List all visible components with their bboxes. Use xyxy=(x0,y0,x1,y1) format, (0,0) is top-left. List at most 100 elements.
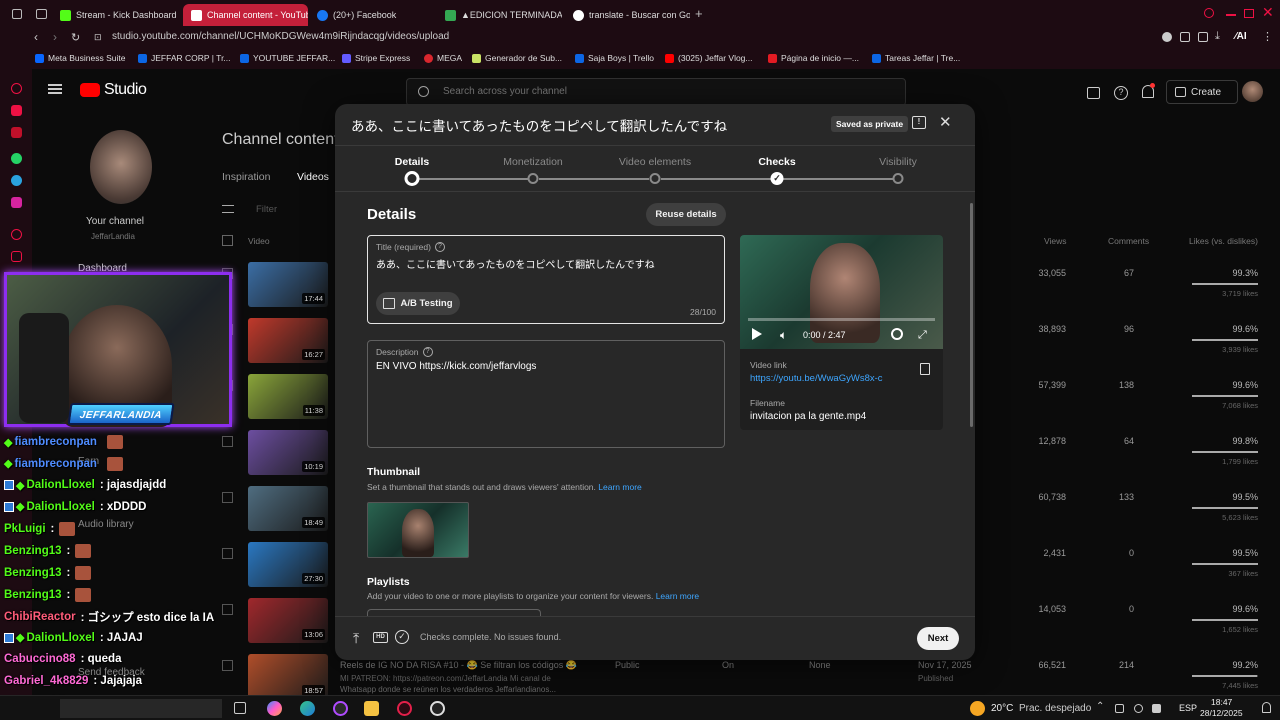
step-checks-check-icon[interactable]: ✓ xyxy=(770,172,784,185)
video-thumbnail[interactable]: 13:06 xyxy=(248,598,328,643)
minimize-icon[interactable] xyxy=(1226,14,1236,16)
clock-time[interactable]: 18:47 xyxy=(1211,697,1232,707)
file-explorer-icon[interactable] xyxy=(364,701,379,716)
description-input[interactable]: EN VIVO https://kick.com/jeffarvlogs xyxy=(376,361,536,372)
video-thumbnail[interactable]: 18:57 xyxy=(248,654,328,695)
extension-icon[interactable] xyxy=(1162,32,1172,42)
maximize-icon[interactable] xyxy=(1244,9,1254,18)
col-views[interactable]: Views xyxy=(1044,236,1067,246)
instagram-icon[interactable] xyxy=(11,197,22,208)
copilot-icon[interactable] xyxy=(267,701,282,716)
bookmark-tareas-jeffar[interactable]: Tareas Jeffar | Tre... xyxy=(872,53,960,63)
help-icon[interactable]: ? xyxy=(434,242,445,252)
close-icon[interactable]: ✕ xyxy=(939,113,952,131)
tab-kick-dashboard[interactable]: Stream - Kick Dashboard xyxy=(52,4,177,26)
new-tab-icon[interactable]: + xyxy=(695,6,703,21)
rail-app-icon[interactable] xyxy=(11,83,22,94)
select-all-checkbox[interactable] xyxy=(222,235,233,246)
tray-icon[interactable] xyxy=(1152,704,1161,713)
bookmark-pagina-inicio[interactable]: Página de inicio —... xyxy=(768,53,859,63)
tray-chevron-icon[interactable]: ⌃ xyxy=(1096,701,1104,712)
step-details[interactable]: Details xyxy=(395,156,429,168)
step-details-dot[interactable] xyxy=(404,171,420,186)
video-thumbnail[interactable]: 10:19 xyxy=(248,430,328,475)
bookmark-meta[interactable]: Meta Business Suite xyxy=(35,53,125,63)
learn-more-link[interactable]: Learn more xyxy=(656,591,699,601)
title-input[interactable]: ああ、ここに書いてあったものをコピペして翻訳したんですね xyxy=(376,256,655,271)
puzzle-icon[interactable] xyxy=(1180,32,1190,42)
col-comments[interactable]: Comments xyxy=(1108,236,1149,246)
step-video-elements[interactable]: Video elements xyxy=(619,156,691,168)
fullscreen-icon[interactable]: ⤢ xyxy=(918,329,927,342)
filter-input[interactable]: Filter xyxy=(256,204,277,215)
back-icon[interactable]: ‹ xyxy=(34,30,38,44)
forward-icon[interactable]: › xyxy=(53,30,57,44)
tab-channel-content[interactable]: Channel content - YouTube xyxy=(183,4,308,26)
tray-icon[interactable] xyxy=(1134,704,1143,713)
task-view-icon[interactable] xyxy=(234,702,246,714)
menu-icon[interactable]: ⋮ xyxy=(1262,30,1273,43)
telegram-icon[interactable] xyxy=(11,175,22,186)
bookmark-jeffar-vlog[interactable]: (3025) Jeffar Vlog... xyxy=(665,53,753,63)
step-visibility[interactable]: Visibility xyxy=(879,156,917,168)
browser-sidebar-icon[interactable] xyxy=(12,9,22,19)
video-thumbnail[interactable]: 18:49 xyxy=(248,486,328,531)
reuse-details-button[interactable]: Reuse details xyxy=(646,203,726,226)
thumbnail-option[interactable] xyxy=(367,502,469,558)
copy-icon[interactable] xyxy=(920,363,930,375)
col-likes[interactable]: Likes (vs. dislikes) xyxy=(1189,236,1258,246)
tab-edicion-terminada[interactable]: ▲EDICION TERMINADA▲ xyxy=(437,4,562,26)
close-window-icon[interactable]: ✕ xyxy=(1262,4,1274,21)
tab-videos[interactable]: Videos xyxy=(297,171,329,183)
bookmark-mega[interactable]: MEGA xyxy=(424,53,462,63)
create-button[interactable]: Create xyxy=(1166,80,1238,104)
tab-facebook[interactable]: (20+) Facebook xyxy=(309,4,434,26)
clock-date[interactable]: 28/12/2025 xyxy=(1200,708,1243,718)
weather-temp[interactable]: 20°C xyxy=(991,703,1013,714)
dialog-scrollbar[interactable] xyxy=(970,203,973,427)
volume-icon[interactable]: 🔈︎ xyxy=(780,328,787,343)
weather-desc[interactable]: Prac. despejado xyxy=(1019,703,1091,714)
rail-app-icon[interactable] xyxy=(11,127,22,138)
video-thumbnail[interactable]: 27:30 xyxy=(248,542,328,587)
reload-icon[interactable]: ↻ xyxy=(71,31,80,44)
rail-app-icon[interactable] xyxy=(11,251,22,262)
step-visibility-dot[interactable] xyxy=(892,173,904,184)
notifications-bell-icon[interactable] xyxy=(1262,702,1271,713)
account-avatar[interactable] xyxy=(1242,81,1263,102)
video-thumbnail[interactable]: 11:38 xyxy=(248,374,328,419)
ai-button[interactable]: ⁄AI xyxy=(1235,31,1247,42)
bookmark-generador[interactable]: Generador de Sub... xyxy=(472,53,562,63)
step-video-elements-dot[interactable] xyxy=(649,173,661,184)
video-thumbnail[interactable]: 17:44 xyxy=(248,262,328,307)
search-tabs-icon[interactable] xyxy=(1204,8,1214,18)
obs-icon[interactable] xyxy=(430,701,445,716)
bookmark-saja-boys[interactable]: Saja Boys | Trello xyxy=(575,53,654,63)
whatsapp-icon[interactable] xyxy=(11,153,22,164)
settings-gear-icon[interactable] xyxy=(891,328,903,340)
feedback-icon[interactable]: ! xyxy=(912,116,926,129)
help-icon[interactable]: ? xyxy=(1114,86,1128,100)
site-info-icon[interactable]: ⊡ xyxy=(94,32,102,43)
visibility-public[interactable]: Public xyxy=(615,660,640,670)
video-player[interactable]: 🔈︎ 0:00 / 2:47 ⤢ xyxy=(740,235,943,349)
captions-icon[interactable] xyxy=(1087,87,1100,99)
opera-gx-icon[interactable] xyxy=(397,701,412,716)
url-input[interactable]: studio.youtube.com/channel/UCHMoKDGWew4m… xyxy=(112,31,449,42)
video-thumbnail[interactable]: 16:27 xyxy=(248,318,328,363)
video-link[interactable]: https://youtu.be/WwaGyWs8x-c xyxy=(750,373,883,384)
step-monetization[interactable]: Monetization xyxy=(503,156,563,168)
play-icon[interactable] xyxy=(752,328,762,340)
title-field[interactable]: Title (required)? ああ、ここに書いてあったものをコピペして翻訳… xyxy=(367,235,725,324)
ab-testing-button[interactable]: A/B Testing xyxy=(376,292,460,315)
language-indicator[interactable]: ESP xyxy=(1179,703,1197,713)
playlist-select[interactable] xyxy=(367,609,541,616)
bookmark-jeffar-corp[interactable]: JEFFAR CORP | Tr... xyxy=(138,53,231,63)
row-title[interactable]: Reels de IG NO DA RISA #10 - 😂 Se filtra… xyxy=(340,660,577,671)
rail-app-icon[interactable] xyxy=(11,105,22,116)
search-input[interactable]: Search across your channel xyxy=(443,86,567,97)
learn-more-link[interactable]: Learn more xyxy=(598,482,641,492)
description-field[interactable]: Description? EN VIVO https://kick.com/je… xyxy=(367,340,725,448)
video-progress-bar[interactable] xyxy=(748,318,935,321)
edge-icon[interactable] xyxy=(300,701,315,716)
